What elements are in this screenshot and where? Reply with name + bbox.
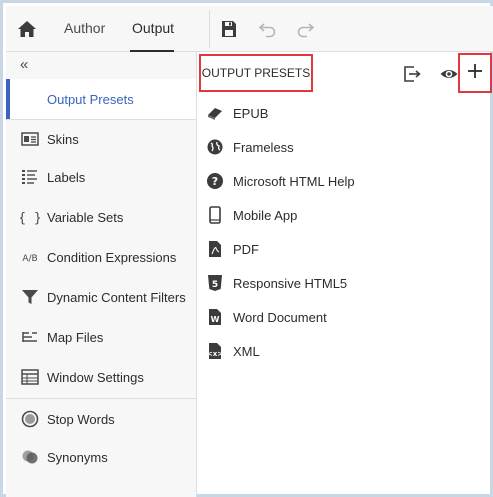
mobile-icon [206, 206, 224, 224]
preset-label: Word Document [233, 309, 327, 325]
svg-text:A/B: A/B [22, 254, 37, 264]
redo-icon[interactable] [295, 19, 315, 39]
toolbar-divider [209, 10, 210, 48]
svg-text:5: 5 [212, 280, 218, 290]
sidebar-item-window-settings[interactable]: Window Settings [6, 357, 196, 397]
preset-microsoft-html-help[interactable]: ? Microsoft HTML Help [203, 167, 483, 195]
save-icon[interactable] [219, 19, 239, 39]
window-settings-icon [20, 367, 40, 387]
sidebar-item-label: Dynamic Content Filters [47, 289, 186, 305]
svg-text:W: W [211, 315, 220, 324]
word-icon: W [206, 308, 224, 326]
add-preset-button[interactable] [458, 53, 492, 93]
filter-icon [20, 287, 40, 307]
help-icon: ? [206, 172, 224, 190]
preset-label: XML [233, 343, 260, 359]
labels-icon [20, 167, 40, 187]
panel-title: OUTPUT PRESETS [199, 54, 313, 92]
tab-author[interactable]: Author [64, 20, 105, 36]
svg-text:<x>: <x> [207, 350, 223, 358]
map-files-icon [20, 327, 40, 347]
preset-word-document[interactable]: W Word Document [203, 303, 483, 331]
svg-text:{ }: { } [20, 211, 40, 226]
home-icon[interactable] [17, 19, 37, 39]
sidebar-item-label: Skins [47, 131, 79, 147]
preset-label: EPUB [233, 105, 269, 121]
sidebar-item-label: Stop Words [47, 411, 115, 427]
sidebar-item-condition-expressions[interactable]: A/B Condition Expressions [6, 237, 196, 277]
svg-text:?: ? [212, 175, 218, 188]
sidebar-item-labels[interactable]: Labels [6, 157, 196, 197]
plus-icon [467, 63, 483, 84]
epub-icon [206, 104, 224, 122]
sidebar-item-label: Window Settings [47, 369, 144, 385]
preset-label: Responsive HTML5 [233, 275, 348, 291]
sidebar-item-skins[interactable]: Skins [6, 119, 196, 159]
html5-icon: 5 [206, 274, 224, 292]
sidebar-item-dynamic-content-filters[interactable]: Dynamic Content Filters [6, 277, 196, 317]
undo-icon[interactable] [258, 19, 278, 39]
condition-expressions-icon: A/B [20, 247, 40, 267]
sidebar-item-label: Output Presets [47, 91, 134, 107]
preset-frameless[interactable]: Frameless [203, 133, 483, 161]
sidebar-item-variable-sets[interactable]: { } Variable Sets [6, 197, 196, 237]
preset-xml[interactable]: <x> XML [203, 337, 483, 365]
sidebar-item-label: Condition Expressions [47, 249, 177, 265]
preset-epub[interactable]: EPUB [203, 99, 483, 127]
stop-words-icon [20, 409, 40, 429]
sidebar-item-stop-words[interactable]: Stop Words [6, 399, 196, 439]
synonyms-icon [20, 447, 40, 467]
output-presets-icon [20, 89, 40, 109]
variable-sets-icon: { } [20, 207, 40, 227]
preset-label: Microsoft HTML Help [233, 173, 355, 189]
panel-title-text: OUTPUT PRESETS [201, 66, 311, 80]
preset-label: Frameless [233, 139, 294, 155]
app-window: Author Output « Output Presets Skins Lab… [0, 0, 493, 497]
sidebar-item-output-presets[interactable]: Output Presets [6, 79, 196, 119]
top-toolbar: Author Output [6, 6, 493, 52]
preset-label: PDF [233, 241, 259, 257]
sidebar-item-label: Synonyms [47, 449, 108, 465]
preset-pdf[interactable]: PDF [203, 235, 483, 263]
globe-icon [206, 138, 224, 156]
export-icon[interactable] [402, 64, 422, 84]
sidebar-item-label: Labels [47, 169, 86, 185]
xml-icon: <x> [206, 342, 224, 360]
pdf-icon [206, 240, 224, 258]
sidebar-item-map-files[interactable]: Map Files [6, 317, 196, 357]
sidebar-item-label: Variable Sets [47, 209, 124, 225]
sidebar-item-synonyms[interactable]: Synonyms [6, 437, 196, 477]
left-sidebar: « Output Presets Skins Labels Variable S… [6, 52, 197, 497]
preset-responsive-html5[interactable]: 5 Responsive HTML5 [203, 269, 483, 297]
preset-mobile-app[interactable]: Mobile App [203, 201, 483, 229]
eye-icon[interactable] [439, 64, 459, 84]
sidebar-item-label: Map Files [47, 329, 104, 345]
collapse-sidebar-icon[interactable]: « [20, 56, 28, 73]
preset-label: Mobile App [233, 207, 298, 223]
skins-icon [20, 129, 40, 149]
tab-output[interactable]: Output [132, 20, 174, 36]
